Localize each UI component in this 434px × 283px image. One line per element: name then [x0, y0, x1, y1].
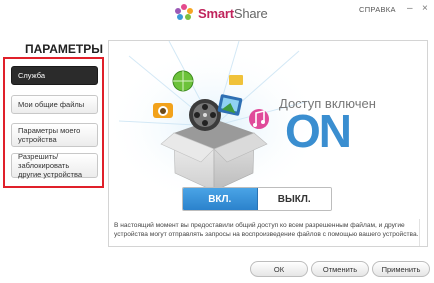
sidebar-item-device-settings[interactable]: Параметры моего устройства [11, 123, 98, 147]
toggle-off-button[interactable]: ВЫКЛ. [257, 188, 331, 210]
sidebar-item-allow-block-devices[interactable]: Разрешить/заблокировать другие устройств… [11, 152, 98, 179]
title-bar: SmartShare СПРАВКА – × [0, 0, 434, 24]
globe-icon [172, 70, 194, 92]
sidebar-item-service[interactable]: Служба [11, 66, 98, 85]
toggle-on-button[interactable]: ВКЛ. [183, 188, 258, 210]
main-panel: Доступ включен ON ВКЛ. ВЫКЛ. В настоящий… [108, 40, 428, 247]
sidebar-item-my-shared-files[interactable]: Мои общие файлы [11, 95, 98, 114]
sharing-info-text: В настоящий момент вы предоставили общий… [114, 222, 419, 238]
status-on-indicator: ON [285, 105, 352, 157]
apply-button[interactable]: Применить [372, 261, 430, 277]
film-reel-icon [189, 99, 221, 131]
music-note-icon [249, 109, 269, 129]
info-scrollbar[interactable] [419, 219, 427, 246]
smartshare-logo: SmartShare [174, 4, 268, 22]
logo-dots-icon [174, 4, 194, 22]
cancel-button[interactable]: Отменить [311, 261, 369, 277]
smartshare-window: SmartShare СПРАВКА – × ПАРАМЕТРЫ Служба … [0, 0, 434, 283]
logo-text: SmartShare [198, 5, 268, 21]
help-link[interactable]: СПРАВКА [359, 5, 396, 14]
close-button[interactable]: × [422, 3, 428, 15]
settings-title: ПАРАМЕТРЫ [25, 42, 103, 56]
sharing-toggle: ВКЛ. ВЫКЛ. [182, 187, 332, 211]
ok-button[interactable]: ОК [250, 261, 308, 277]
minimize-button[interactable]: – [407, 3, 413, 15]
